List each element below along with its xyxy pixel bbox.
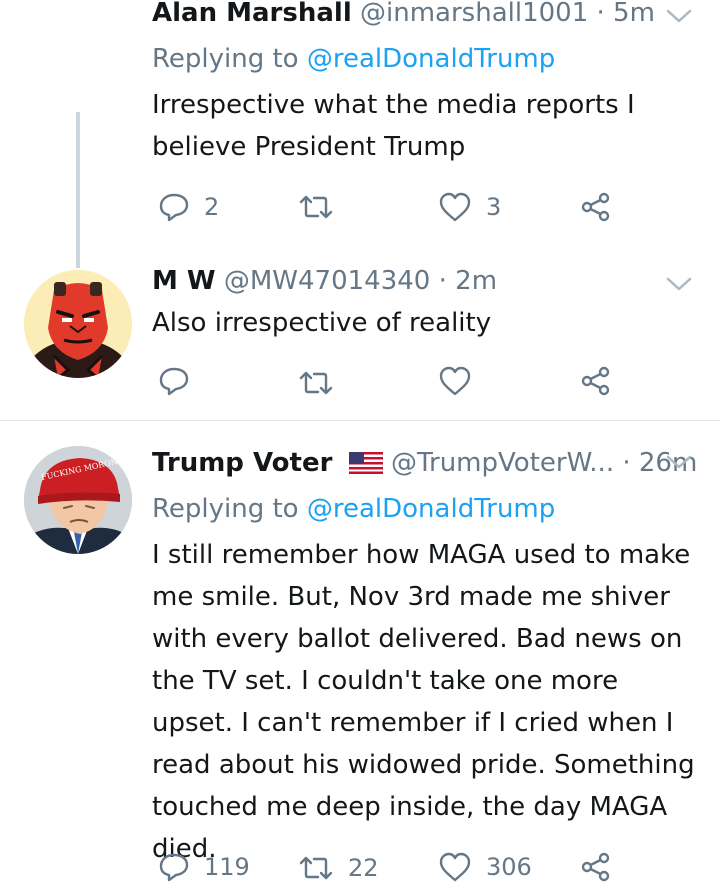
heart-icon	[439, 366, 471, 396]
hellboy-avatar-image	[24, 270, 132, 378]
tweet-header: Trump Voter @TrumpVoterW... · 26m	[152, 446, 697, 480]
user-handle[interactable]: @inmarshall1001	[360, 0, 588, 28]
retweet-count: 22	[348, 854, 379, 882]
reply-icon	[159, 367, 189, 396]
reply-button[interactable]: 119	[158, 852, 250, 882]
mention-link[interactable]: @realDonaldTrump	[307, 44, 555, 74]
separator-dot: ·	[622, 448, 631, 478]
display-name[interactable]: M W	[152, 266, 216, 296]
user-handle[interactable]: @MW47014340	[224, 266, 430, 296]
retweet-icon	[299, 195, 333, 219]
heart-icon	[439, 192, 471, 222]
share-icon	[581, 852, 610, 882]
reply-icon	[159, 853, 189, 882]
like-count: 3	[486, 193, 502, 221]
reply-count: 2	[204, 193, 220, 221]
share-button[interactable]	[580, 192, 612, 222]
retweet-button[interactable]	[298, 194, 348, 220]
tweet-text: Irrespective what the media reports I be…	[152, 90, 635, 162]
share-icon	[581, 192, 610, 222]
thread-connector-line	[76, 112, 80, 268]
chevron-down-icon[interactable]	[664, 452, 694, 472]
heart-icon	[439, 852, 471, 882]
chevron-down-icon[interactable]	[664, 274, 694, 294]
like-button[interactable]: 3	[438, 192, 501, 222]
retweet-icon	[299, 856, 333, 880]
tweet-text: Also irrespective of reality	[152, 308, 492, 338]
timestamp[interactable]: 5m	[613, 0, 655, 28]
tweet-header: Alan Marshall @inmarshall1001 · 5m	[152, 0, 655, 30]
replying-to: Replying to @realDonaldTrump	[152, 44, 556, 74]
like-button[interactable]	[438, 366, 486, 396]
replying-to: Replying to @realDonaldTrump	[152, 494, 556, 524]
retweet-icon	[299, 371, 333, 395]
chevron-down-icon[interactable]	[664, 6, 694, 26]
retweet-button[interactable]: 22	[298, 854, 379, 882]
avatar[interactable]	[24, 270, 132, 378]
reply-count: 119	[204, 853, 250, 881]
separator-dot: ·	[596, 0, 605, 28]
reply-button[interactable]: 2	[158, 192, 219, 222]
tweet-header: M W @MW47014340 · 2m	[152, 264, 497, 298]
tweet-text: I still remember how MAGA used to make m…	[152, 540, 695, 864]
share-button[interactable]	[580, 852, 612, 882]
avatar[interactable]: FUCKING MORON	[24, 446, 132, 554]
separator-dot: ·	[438, 266, 447, 296]
timestamp[interactable]: 2m	[455, 266, 497, 296]
reply-button[interactable]	[158, 366, 204, 396]
share-icon	[581, 366, 610, 396]
display-name[interactable]: Alan Marshall	[152, 0, 352, 28]
like-button[interactable]: 306	[438, 852, 532, 882]
reply-icon	[159, 193, 189, 222]
share-button[interactable]	[580, 366, 612, 396]
us-flag-icon	[348, 452, 383, 474]
display-name[interactable]: Trump Voter	[152, 448, 332, 478]
like-count: 306	[486, 853, 532, 881]
user-handle[interactable]: @TrumpVoterW...	[391, 448, 614, 478]
trump-maga-hat-avatar-image: FUCKING MORON	[24, 446, 132, 554]
mention-link[interactable]: @realDonaldTrump	[307, 494, 555, 524]
tweet-divider	[0, 420, 720, 421]
retweet-button[interactable]	[298, 370, 348, 396]
